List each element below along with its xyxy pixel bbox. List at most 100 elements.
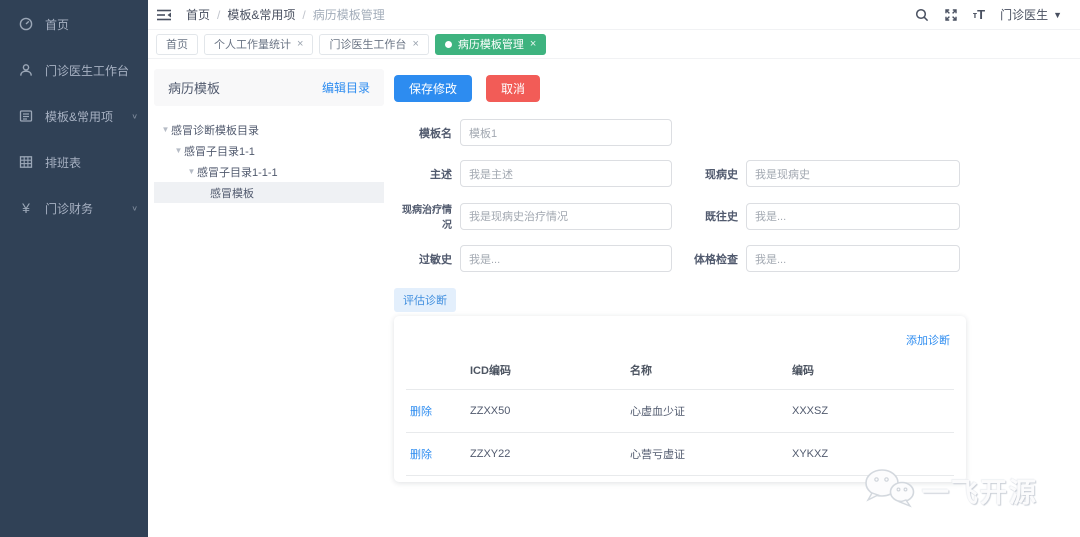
cell-icd: ZZXY22 <box>466 432 626 476</box>
tree-node-sub1[interactable]: ▼ 感冒子目录1-1 <box>154 140 384 161</box>
field-physical-exam: 体格检查 <box>680 245 960 272</box>
close-icon[interactable]: × <box>297 38 303 50</box>
table-row: 删除 ZZXY22 心营亏虚证 XYKXZ <box>406 432 954 476</box>
tree-expand-icon[interactable]: ▼ <box>160 125 171 134</box>
close-icon[interactable]: × <box>530 38 536 50</box>
active-dot-icon <box>444 40 452 48</box>
breadcrumb-templates[interactable]: 模板&常用项 <box>227 6 295 23</box>
sidebar-item-schedule[interactable]: 排班表 <box>0 139 148 185</box>
field-label: 现病史 <box>705 168 738 181</box>
tree-node-root[interactable]: ▼ 感冒诊断模板目录 <box>154 119 384 140</box>
topbar-actions: тT 门诊医生 ▼ <box>915 6 1062 23</box>
table-header-row: ICD编码 名称 编码 <box>406 353 954 390</box>
breadcrumb-home[interactable]: 首页 <box>186 6 210 23</box>
past-history-input[interactable] <box>746 202 960 230</box>
tree-node-label: 感冒子目录1-1 <box>184 145 255 158</box>
chevron-down-icon: ∨ <box>131 203 138 212</box>
breadcrumb-current: 病历模板管理 <box>312 8 385 22</box>
tab-home[interactable]: 首页 <box>156 33 198 55</box>
font-size-big-t: T <box>977 7 986 22</box>
field-label: 过敏史 <box>419 253 452 266</box>
field-label: 既往史 <box>705 211 738 223</box>
dashboard-icon <box>18 16 34 32</box>
treatment-input[interactable] <box>460 202 672 230</box>
tree-expand-icon[interactable]: ▼ <box>173 146 184 155</box>
tree-expand-icon[interactable]: ▼ <box>186 167 197 176</box>
close-icon[interactable]: × <box>412 38 418 50</box>
diagnosis-table: ICD编码 名称 编码 删除 ZZXX50 心虚血少证 XXXSZ 删除 ZZX… <box>406 353 954 476</box>
sidebar-item-home[interactable]: 首页 <box>0 1 148 47</box>
content: 病历模板 编辑目录 ▼ 感冒诊断模板目录 ▼ 感冒子目录1-1 ▼ 感冒子目录1… <box>148 59 1080 537</box>
user-menu[interactable]: 门诊医生 ▼ <box>1000 6 1062 23</box>
search-icon[interactable] <box>915 8 929 22</box>
field-treatment: 现病治疗情况 <box>394 201 672 231</box>
delete-link[interactable]: 删除 <box>410 406 432 418</box>
tab-personal-workload[interactable]: 个人工作量统计 × <box>204 33 314 55</box>
field-label: 模板名 <box>419 127 452 140</box>
sidebar-item-label: 门诊医生工作台 <box>45 63 130 78</box>
template-tree: ▼ 感冒诊断模板目录 ▼ 感冒子目录1-1 ▼ 感冒子目录1-1-1 感冒模板 <box>154 119 384 203</box>
field-label: 现病治疗情况 <box>402 205 452 231</box>
cell-code: XYKXZ <box>788 432 954 476</box>
breadcrumb-separator: / <box>302 7 306 22</box>
field-label: 体格检查 <box>694 253 738 266</box>
panel-title: 病历模板 <box>168 81 221 96</box>
field-label: 主述 <box>430 168 452 181</box>
sidebar-item-finance[interactable]: ¥ 门诊财务 ∨ <box>0 185 148 231</box>
cell-icd: ZZXX50 <box>466 389 626 433</box>
present-illness-input[interactable] <box>746 160 960 187</box>
template-form: 保存修改 取消 模板名 主述 现病史 <box>384 69 1066 537</box>
main-area: 首页 / 模板&常用项 / 病历模板管理 тT 门诊医生 ▼ 首页 个人工作量统… <box>148 0 1080 537</box>
tab-diagnosis-assessment[interactable]: 评估诊断 <box>394 288 456 312</box>
template-tree-panel: 病历模板 编辑目录 ▼ 感冒诊断模板目录 ▼ 感冒子目录1-1 ▼ 感冒子目录1… <box>154 69 384 537</box>
tab-label: 门诊医生工作台 <box>329 39 407 51</box>
allergy-input[interactable] <box>460 245 672 272</box>
breadcrumb: 首页 / 模板&常用项 / 病历模板管理 <box>186 6 385 23</box>
fullscreen-icon[interactable] <box>944 8 958 22</box>
table-header-action <box>406 353 466 390</box>
field-present-illness: 现病史 <box>680 160 960 187</box>
template-list-icon <box>18 108 34 124</box>
form-actions: 保存修改 取消 <box>394 75 1066 102</box>
finance-yuan-icon: ¥ <box>22 200 30 216</box>
sidebar-item-label: 首页 <box>45 17 70 32</box>
tab-record-template-management[interactable]: 病历模板管理 × <box>434 33 547 55</box>
table-header-icd: ICD编码 <box>466 353 626 390</box>
field-template-name: 模板名 <box>394 119 672 146</box>
delete-link[interactable]: 删除 <box>410 449 432 461</box>
collapse-menu-icon[interactable] <box>156 8 172 22</box>
user-name: 门诊医生 <box>1000 8 1049 22</box>
sidebar-item-label: 模板&常用项 <box>45 109 114 124</box>
sidebar-item-doctor-workbench[interactable]: 门诊医生工作台 <box>0 47 148 93</box>
tab-doctor-workbench[interactable]: 门诊医生工作台 × <box>319 33 429 55</box>
tab-label: 首页 <box>166 39 188 51</box>
physical-exam-input[interactable] <box>746 245 960 272</box>
doctor-user-icon <box>18 62 34 78</box>
sidebar-item-templates[interactable]: 模板&常用项 ∨ <box>0 93 148 139</box>
tree-node-sub2[interactable]: ▼ 感冒子目录1-1-1 <box>154 161 384 182</box>
sidebar: 首页 门诊医生工作台 模板&常用项 ∨ 排班表 ¥ 门诊财务 ∨ <box>0 0 148 537</box>
tab-label: 个人工作量统计 <box>214 39 291 51</box>
tab-bar: 首页 个人工作量统计 × 门诊医生工作台 × 病历模板管理 × <box>148 30 1080 59</box>
table-header-code: 编码 <box>788 353 954 390</box>
tree-node-label: 感冒模板 <box>210 187 254 200</box>
template-name-input[interactable] <box>460 119 672 146</box>
tree-node-label: 感冒子目录1-1-1 <box>197 166 278 179</box>
tree-node-label: 感冒诊断模板目录 <box>171 124 259 137</box>
schedule-grid-icon <box>18 154 34 170</box>
cancel-button[interactable]: 取消 <box>486 75 541 102</box>
field-allergy: 过敏史 <box>394 245 672 272</box>
chevron-down-icon: ▼ <box>1053 9 1062 20</box>
font-size-icon[interactable]: тT <box>973 7 985 22</box>
cell-code: XXXSZ <box>788 389 954 433</box>
cell-name: 心营亏虚证 <box>626 432 788 476</box>
topbar: 首页 / 模板&常用项 / 病历模板管理 тT 门诊医生 ▼ <box>148 0 1080 30</box>
chief-complaint-input[interactable] <box>460 160 672 187</box>
save-button[interactable]: 保存修改 <box>394 75 473 102</box>
chevron-down-icon: ∨ <box>131 111 138 120</box>
edit-directory-link[interactable]: 编辑目录 <box>322 79 370 96</box>
add-diagnosis-link[interactable]: 添加诊断 <box>906 335 950 347</box>
table-row: 删除 ZZXX50 心虚血少证 XXXSZ <box>406 389 954 433</box>
field-past-history: 既往史 <box>680 201 960 231</box>
tree-node-template-selected[interactable]: 感冒模板 <box>154 182 384 203</box>
